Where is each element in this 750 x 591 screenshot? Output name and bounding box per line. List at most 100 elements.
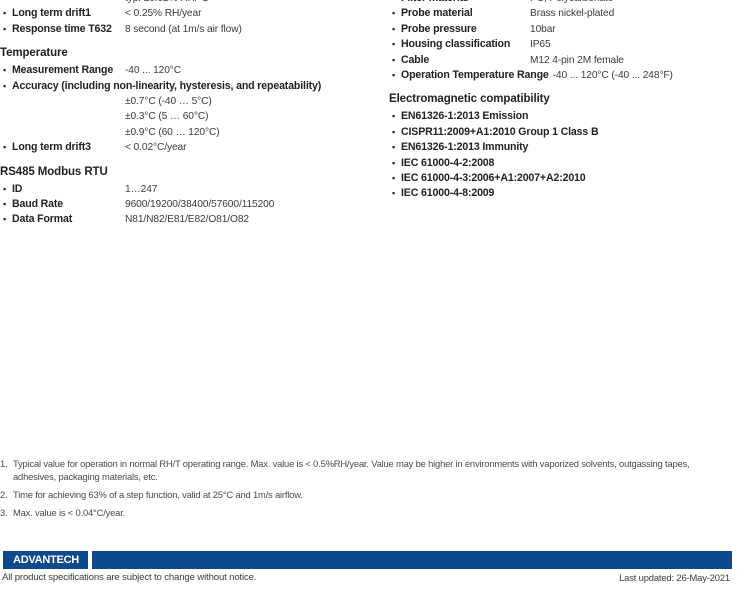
bullet-icon: [0, 22, 12, 37]
spec-row-probe-material: Probe material Brass nickel-plated: [389, 6, 750, 21]
bullet-icon: [0, 182, 12, 197]
modbus-section: RS485 Modbus RTU ID 1…247 Baud Rate 9600…: [0, 165, 380, 228]
bullet-icon: [389, 125, 401, 140]
spec-label: Long term drift3: [12, 141, 91, 154]
footnote-number: 1.: [0, 458, 8, 469]
spec-value: 8 second (at 1m/s air flow): [125, 23, 242, 35]
specifications-area: typ. ±0.02% RH/°C Long term drift1 < 0.2…: [0, 0, 750, 440]
spec-value: IP65: [530, 39, 551, 51]
spec-row-id: ID 1…247: [0, 182, 380, 197]
mechanical-section: Filter material PC, Polycarbonate Probe …: [389, 0, 750, 83]
footnote-text: Time for achieving 63% of a step functio…: [13, 488, 303, 500]
bullet-icon: [389, 37, 401, 52]
spec-row-accuracy-value: ±0.9°C (60 … 120°C): [0, 125, 380, 140]
emc-item: IEC 61000-4-2:2008: [389, 156, 750, 171]
spec-value: 9600/19200/38400/57600/115200: [125, 199, 275, 211]
bullet-icon: [389, 171, 401, 186]
bullet-icon: [389, 140, 401, 155]
spec-label: Housing classification: [401, 38, 511, 51]
footnote-text: Typical value for operation in normal RH…: [13, 458, 690, 482]
footnote-item: 2. Time for achieving 63% of a step func…: [0, 489, 750, 502]
emc-section: Electromagnetic compatibility EN61326-1:…: [389, 92, 750, 201]
temperature-section: Temperature Measurement Range -40 ... 12…: [0, 46, 380, 155]
spec-label: Data Format: [12, 213, 73, 226]
footnote-number: 3.: [0, 506, 8, 518]
spec-value: < 0.25% RH/year: [125, 8, 202, 20]
advantech-logo: ADVANTECH: [3, 551, 88, 569]
footer-bar-fill: [92, 551, 732, 569]
bullet-icon: [389, 109, 401, 124]
spec-label: Probe pressure: [401, 22, 477, 35]
right-spec-column: Filter material PC, Polycarbonate Probe …: [389, 0, 750, 202]
spec-row-baud-rate: Baud Rate 9600/19200/38400/57600/115200: [0, 197, 380, 212]
emc-item-label: CISPR11:2009+A1:2010 Group 1 Class B: [401, 125, 599, 138]
spec-row-long-term-drift-rh: Long term drift1 < 0.25% RH/year: [0, 6, 380, 21]
spec-label: Operation Temperature Range: [401, 69, 549, 82]
emc-item-label: IEC 61000-4-2:2008: [401, 156, 495, 169]
bullet-icon: [0, 79, 12, 94]
spec-value: N81/N82/E81/E82/O81/O82: [125, 214, 249, 226]
spec-label: Response time T632: [12, 22, 112, 35]
bullet-icon: [0, 212, 12, 227]
spec-row-accuracy-value: ±0.7°C (-40 … 5°C): [0, 94, 380, 109]
spec-label: Baud Rate: [12, 198, 64, 211]
emc-item: IEC 61000-4-8:2009: [389, 186, 750, 201]
spec-value: < 0.02°C/year: [125, 142, 187, 154]
bullet-icon: [389, 156, 401, 171]
left-spec-column: typ. ±0.02% RH/°C Long term drift1 < 0.2…: [0, 0, 380, 228]
bullet-icon: [0, 140, 12, 155]
bullet-icon: [389, 186, 401, 201]
footnote-item: 1. Typical value for operation in normal…: [0, 458, 750, 483]
bullet-icon: [0, 197, 12, 212]
humidity-section-tail: typ. ±0.02% RH/°C Long term drift1 < 0.2…: [0, 0, 380, 37]
bullet-icon: [389, 53, 401, 68]
spec-value: ±0.9°C (60 … 120°C): [125, 126, 220, 138]
section-heading-emc: Electromagnetic compatibility: [389, 93, 550, 106]
bullet-icon: [389, 6, 401, 21]
spec-row-accuracy-value: ±0.3°C (5 … 60°C): [0, 109, 380, 124]
spec-value: -40 ... 120°C: [125, 65, 182, 77]
spec-value: ±0.7°C (-40 … 5°C): [125, 96, 212, 108]
spec-row-data-format: Data Format N81/N82/E81/E82/O81/O82: [0, 212, 380, 227]
spec-label: Probe material: [401, 7, 473, 20]
emc-item: CISPR11:2009+A1:2010 Group 1 Class B: [389, 125, 750, 140]
emc-item-label: IEC 61000-4-8:2009: [401, 187, 495, 200]
emc-item: EN61326-1:2013 Immunity: [389, 140, 750, 155]
bullet-icon: [0, 63, 12, 78]
footer-last-updated: Last updated: 26-May-2021: [619, 572, 730, 583]
emc-item-label: IEC 61000-4-3:2006+A1:2007+A2:2010: [401, 172, 586, 185]
bullet-icon: [389, 68, 401, 83]
spec-label: Long term drift1: [12, 7, 91, 20]
section-heading-modbus: RS485 Modbus RTU: [0, 165, 108, 178]
spec-label: ID: [12, 182, 23, 195]
footer-caption: All product specifications are subject t…: [0, 572, 750, 586]
spec-value: M12 4-pin 2M female: [530, 54, 624, 66]
spec-row-cable: Cable M12 4-pin 2M female: [389, 53, 750, 68]
footnote-item: 3. Max. value is < 0.04°C/year.: [0, 507, 750, 520]
footer-disclaimer: All product specifications are subject t…: [2, 572, 257, 583]
spec-value: 10bar: [530, 23, 556, 35]
emc-item-label: EN61326-1:2013 Immunity: [401, 141, 529, 154]
emc-item: EN61326-1:2013 Emission: [389, 109, 750, 124]
spec-row-response-time: Response time T632 8 second (at 1m/s air…: [0, 22, 380, 37]
spec-row-measurement-range: Measurement Range -40 ... 120°C: [0, 63, 380, 78]
section-heading-temperature: Temperature: [0, 47, 68, 60]
spec-value: Brass nickel-plated: [530, 8, 615, 20]
spec-label: Cable: [401, 53, 430, 66]
spec-label: Accuracy (including non-linearity, hyste…: [12, 79, 322, 92]
footnote-text: Max. value is < 0.04°C/year.: [13, 506, 126, 518]
footnote-number: 2.: [0, 488, 8, 500]
bullet-icon: [0, 6, 12, 21]
footer-brand-bar: ADVANTECH: [0, 551, 750, 569]
page-footer: ADVANTECH All product specifications are…: [0, 551, 750, 586]
emc-item-label: EN61326-1:2013 Emission: [401, 110, 529, 123]
spec-row-housing-classification: Housing classification IP65: [389, 37, 750, 52]
bullet-icon: [389, 22, 401, 37]
spec-value: -40 ... 120°C (-40 ... 248°F): [552, 70, 673, 82]
spec-row-long-term-drift-temp: Long term drift3 < 0.02°C/year: [0, 140, 380, 155]
spec-row-probe-pressure: Probe pressure 10bar: [389, 22, 750, 37]
spec-row-accuracy-heading: Accuracy (including non-linearity, hyste…: [0, 79, 380, 94]
footnotes: 1. Typical value for operation in normal…: [0, 458, 750, 525]
spec-value: ±0.3°C (5 … 60°C): [125, 111, 209, 123]
spec-row-operation-temperature-range: Operation Temperature Range -40 ... 120°…: [389, 68, 750, 83]
